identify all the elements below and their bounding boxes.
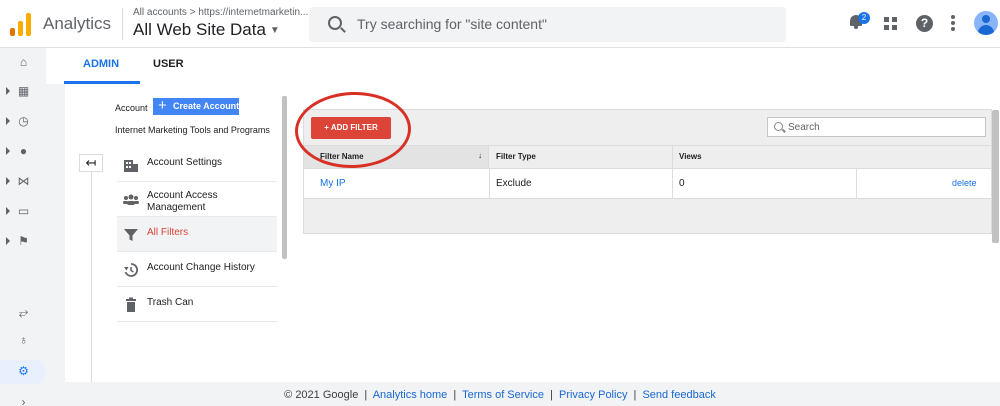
cell-divider	[856, 169, 857, 199]
analytics-logo-icon[interactable]	[10, 12, 32, 36]
account-column: Account Create Account Internet Marketin…	[65, 84, 290, 382]
people-icon	[123, 194, 139, 205]
history-icon	[124, 263, 139, 277]
rail-audience[interactable]: ●	[0, 140, 46, 164]
menu-item-label: Account Access Management	[147, 190, 218, 213]
search-icon	[774, 122, 783, 131]
dropdown-caret-icon: ▼	[269, 25, 280, 37]
left-scrollbar[interactable]	[282, 96, 287, 259]
gear-icon: ⚙	[18, 364, 29, 378]
account-label: Account	[115, 103, 148, 113]
table-header: Filter Name ↓ Filter Type Views	[304, 145, 991, 169]
view-name: All Web Site Data	[133, 20, 266, 39]
person-icon: ●	[19, 144, 28, 158]
expand-arrow-icon	[6, 177, 10, 185]
cell-divider	[672, 169, 673, 199]
expand-arrow-icon	[6, 207, 10, 215]
privacy-policy-link[interactable]: Privacy Policy	[559, 389, 627, 401]
left-nav-rail: ⌂ ▦ ◷ ● ⋈ ▭ ⚑ ⥂ ♁ ⚙ ›	[0, 48, 46, 406]
rail-customization[interactable]: ▦	[0, 80, 46, 104]
collapse-back-icon[interactable]: ↤	[79, 154, 103, 172]
footer-separator: |	[633, 389, 637, 401]
search-icon	[328, 16, 342, 30]
copyright-text: © 2021 Google	[284, 389, 359, 401]
rail-conversions[interactable]: ⚑	[0, 230, 46, 254]
account-breadcrumb[interactable]: All accounts > https://internetmarketin.…	[133, 7, 308, 18]
menu-item-account-access[interactable]: Account Access Management	[117, 182, 277, 217]
search-placeholder: Try searching for "site content"	[357, 16, 547, 32]
expand-arrow-icon	[6, 87, 10, 95]
terms-of-service-link[interactable]: Terms of Service	[462, 389, 544, 401]
filter-search-placeholder: Search	[788, 122, 820, 133]
filter-name-link[interactable]: My IP	[320, 178, 346, 189]
page-footer: © 2021 Google | Analytics home | Terms o…	[0, 389, 1000, 401]
menu-item-trash-can[interactable]: Trash Can	[117, 287, 277, 322]
menu-item-label: Account Settings	[147, 157, 223, 168]
top-header: Analytics All accounts > https://interne…	[0, 0, 1000, 48]
rail-home[interactable]: ⌂	[0, 51, 46, 75]
rail-admin[interactable]: ⚙	[0, 360, 46, 384]
lightbulb-icon: ♁	[19, 333, 28, 347]
help-icon[interactable]: ?	[916, 15, 933, 32]
table-row: My IP Exclude 0 delete	[304, 169, 991, 199]
acquisition-icon: ⋈	[17, 174, 30, 188]
tab-admin[interactable]: ADMIN	[83, 58, 119, 70]
header-divider	[122, 8, 123, 40]
filter-icon	[124, 229, 138, 241]
menu-item-label: Trash Can	[147, 297, 194, 308]
column-header-views[interactable]: Views	[679, 152, 702, 161]
delete-link[interactable]: delete	[952, 178, 977, 188]
rail-acquisition[interactable]: ⋈	[0, 170, 46, 194]
footer-separator: |	[453, 389, 457, 401]
home-icon: ⌂	[19, 55, 28, 69]
column-header-filter-type[interactable]: Filter Type	[496, 152, 536, 161]
page-scrollbar[interactable]	[992, 110, 999, 243]
menu-item-label: Account Change History	[147, 262, 255, 273]
clock-icon: ◷	[18, 114, 29, 128]
menu-item-all-filters[interactable]: All Filters	[117, 217, 277, 252]
account-selector[interactable]: Internet Marketing Tools and Programs	[115, 125, 270, 135]
menu-item-change-history[interactable]: Account Change History	[117, 252, 277, 287]
rail-attribution[interactable]: ⥂	[0, 301, 46, 325]
menu-item-account-settings[interactable]: Account Settings	[117, 147, 277, 182]
footer-separator: |	[550, 389, 553, 401]
rail-discover[interactable]: ♁	[0, 329, 46, 353]
rail-behavior[interactable]: ▭	[0, 200, 46, 224]
view-selector[interactable]: All Web Site Data ▼	[133, 20, 280, 40]
search-bar[interactable]: Try searching for "site content"	[309, 7, 786, 42]
expand-arrow-icon	[6, 117, 10, 125]
footer-separator: |	[364, 389, 368, 401]
sort-arrow-icon: ↓	[478, 151, 482, 160]
filter-search-input[interactable]: Search	[767, 117, 986, 137]
behavior-icon: ▭	[17, 204, 30, 218]
menu-item-label: All Filters	[147, 227, 189, 238]
rail-realtime[interactable]: ◷	[0, 110, 46, 134]
send-feedback-link[interactable]: Send feedback	[642, 389, 715, 401]
column-divider	[91, 154, 92, 382]
attribution-icon: ⥂	[18, 305, 29, 319]
dashboard-icon: ▦	[17, 84, 30, 98]
cell-divider	[489, 169, 490, 199]
filter-type-cell: Exclude	[496, 178, 532, 189]
app-name: Analytics	[43, 14, 112, 33]
tab-user[interactable]: USER	[153, 58, 184, 70]
admin-tabs: ADMIN USER	[46, 48, 1000, 84]
create-account-button[interactable]: Create Account	[153, 98, 239, 115]
flag-icon: ⚑	[18, 234, 29, 248]
more-options-icon[interactable]	[951, 15, 955, 32]
admin-panel: Account Create Account Internet Marketin…	[65, 84, 1000, 382]
expand-arrow-icon	[6, 147, 10, 155]
expand-arrow-icon	[6, 237, 10, 245]
column-divider	[672, 146, 673, 168]
trash-icon	[126, 297, 136, 312]
views-cell: 0	[679, 178, 685, 189]
notification-badge: 2	[858, 12, 870, 24]
analytics-home-link[interactable]: Analytics home	[373, 389, 448, 401]
user-avatar[interactable]	[974, 11, 998, 35]
building-icon	[124, 160, 138, 172]
apps-grid-icon[interactable]	[884, 17, 898, 31]
